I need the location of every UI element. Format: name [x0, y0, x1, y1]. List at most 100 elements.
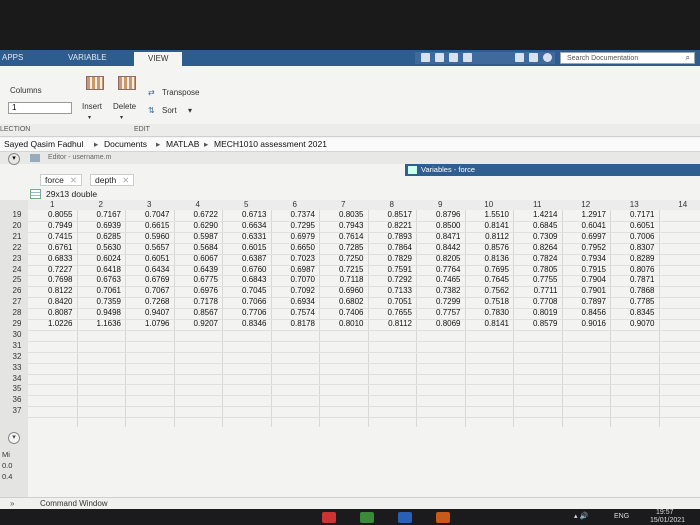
table-cell[interactable]: 0.7901 — [562, 286, 611, 295]
table-cell[interactable]: 0.8069 — [416, 319, 465, 328]
table-cell[interactable]: 0.7465 — [416, 275, 465, 284]
table-cell[interactable]: 0.7708 — [513, 297, 562, 306]
table-cell[interactable]: 0.7695 — [465, 265, 514, 274]
table-cell[interactable]: 0.7285 — [319, 243, 368, 252]
table-cell[interactable]: 0.6067 — [174, 254, 223, 263]
table-cell[interactable]: 0.7045 — [222, 286, 271, 295]
row-header[interactable]: 19 — [6, 210, 28, 219]
table-cell[interactable]: 0.6634 — [222, 221, 271, 230]
table-cell[interactable]: 0.8517 — [368, 210, 417, 219]
table-cell[interactable]: 0.6051 — [125, 254, 174, 263]
table-cell[interactable]: 0.7574 — [271, 308, 320, 317]
breadcrumb-item[interactable]: MATLAB — [166, 139, 199, 149]
table-cell[interactable]: 0.7309 — [513, 232, 562, 241]
row-header[interactable]: 23 — [6, 254, 28, 263]
table-cell[interactable]: 0.8307 — [610, 243, 659, 252]
table-cell[interactable]: 0.6285 — [77, 232, 126, 241]
row-header[interactable]: 29 — [6, 319, 28, 328]
columns-field[interactable]: 1 — [8, 102, 72, 114]
table-cell[interactable]: 0.6843 — [222, 275, 271, 284]
app-icon[interactable] — [436, 512, 450, 523]
copy-icon[interactable] — [449, 53, 458, 62]
table-cell[interactable]: 0.6769 — [125, 275, 174, 284]
table-cell[interactable]: 0.6976 — [174, 286, 223, 295]
chevron-right-icon[interactable]: » — [10, 499, 14, 508]
table-cell[interactable]: 0.5630 — [77, 243, 126, 252]
app-icon[interactable] — [360, 512, 374, 523]
table-cell[interactable]: 0.7711 — [513, 286, 562, 295]
table-cell[interactable]: 0.5960 — [125, 232, 174, 241]
table-cell[interactable]: 0.8112 — [465, 232, 514, 241]
table-cell[interactable]: 0.6979 — [271, 232, 320, 241]
table-cell[interactable]: 0.7092 — [271, 286, 320, 295]
table-cell[interactable]: 0.8178 — [271, 319, 320, 328]
table-cell[interactable]: 0.6434 — [125, 265, 174, 274]
table-cell[interactable]: 0.7295 — [271, 221, 320, 230]
table-cell[interactable]: 0.8456 — [562, 308, 611, 317]
table-cell[interactable]: 0.8205 — [416, 254, 465, 263]
table-cell[interactable]: 0.8122 — [28, 286, 77, 295]
sort-dropdown-icon[interactable]: ▾ — [188, 106, 192, 115]
table-cell[interactable]: 0.7949 — [28, 221, 77, 230]
table-cell[interactable]: 0.6761 — [28, 243, 77, 252]
column-header[interactable]: 14 — [658, 200, 700, 210]
table-cell[interactable]: 0.6615 — [125, 221, 174, 230]
table-cell[interactable]: 0.7755 — [513, 275, 562, 284]
column-header[interactable]: 6 — [270, 200, 320, 210]
tab-depth[interactable]: depth ✕ — [90, 174, 135, 186]
search-icon[interactable]: ⌕ — [686, 53, 690, 63]
close-icon[interactable]: ✕ — [70, 175, 77, 185]
table-cell[interactable]: 0.7698 — [28, 275, 77, 284]
table-cell[interactable]: 0.7706 — [222, 308, 271, 317]
row-header[interactable]: 26 — [6, 286, 28, 295]
table-cell[interactable]: 0.8136 — [465, 254, 514, 263]
table-cell[interactable]: 0.7051 — [368, 297, 417, 306]
table-cell[interactable]: 0.6845 — [513, 221, 562, 230]
row-header[interactable]: 21 — [6, 232, 28, 241]
column-header[interactable]: 5 — [222, 200, 272, 210]
table-cell[interactable]: 1.1636 — [77, 319, 126, 328]
table-cell[interactable]: 0.8346 — [222, 319, 271, 328]
table-cell[interactable]: 0.9407 — [125, 308, 174, 317]
table-cell[interactable]: 0.7268 — [125, 297, 174, 306]
table-cell[interactable]: 0.6015 — [222, 243, 271, 252]
table-cell[interactable]: 0.7614 — [319, 232, 368, 241]
table-cell[interactable]: 0.5684 — [174, 243, 223, 252]
close-icon[interactable]: ✕ — [122, 175, 129, 185]
table-cell[interactable]: 0.7868 — [610, 286, 659, 295]
row-header[interactable]: 22 — [6, 243, 28, 252]
table-cell[interactable]: 0.6713 — [222, 210, 271, 219]
column-header[interactable]: 10 — [464, 200, 514, 210]
table-cell[interactable]: 0.6041 — [562, 221, 611, 230]
tab-force[interactable]: force ✕ — [40, 174, 83, 186]
collapse-icon[interactable]: ▾ — [8, 153, 20, 165]
row-header[interactable]: 25 — [6, 275, 28, 284]
table-cell[interactable]: 0.6387 — [222, 254, 271, 263]
transpose-button[interactable]: Transpose — [162, 88, 200, 97]
table-cell[interactable]: 0.7824 — [513, 254, 562, 263]
table-cell[interactable]: 0.7133 — [368, 286, 417, 295]
insert-button[interactable]: Insert — [82, 102, 102, 111]
table-cell[interactable]: 0.7934 — [562, 254, 611, 263]
table-cell[interactable]: 0.6051 — [610, 221, 659, 230]
table-cell[interactable]: 0.5657 — [125, 243, 174, 252]
table-cell[interactable]: 0.8345 — [610, 308, 659, 317]
column-header[interactable]: 9 — [416, 200, 466, 210]
table-cell[interactable]: 1.5510 — [465, 210, 514, 219]
table-cell[interactable]: 0.7943 — [319, 221, 368, 230]
tab-variable[interactable]: VARIABLE — [68, 53, 107, 62]
table-cell[interactable]: 0.8087 — [28, 308, 77, 317]
table-cell[interactable]: 0.8420 — [28, 297, 77, 306]
undo-icon[interactable] — [515, 53, 524, 62]
table-cell[interactable]: 0.7864 — [368, 243, 417, 252]
table-cell[interactable]: 0.7415 — [28, 232, 77, 241]
delete-dropdown-icon[interactable]: ▾ — [120, 114, 123, 121]
table-cell[interactable]: 0.6024 — [77, 254, 126, 263]
row-header[interactable]: 37 — [6, 406, 28, 415]
row-header[interactable]: 34 — [6, 374, 28, 383]
column-header[interactable]: 2 — [76, 200, 126, 210]
table-cell[interactable]: 0.8576 — [465, 243, 514, 252]
column-header[interactable]: 8 — [367, 200, 417, 210]
sort-button[interactable]: Sort — [162, 106, 177, 115]
table-cell[interactable]: 0.8796 — [416, 210, 465, 219]
